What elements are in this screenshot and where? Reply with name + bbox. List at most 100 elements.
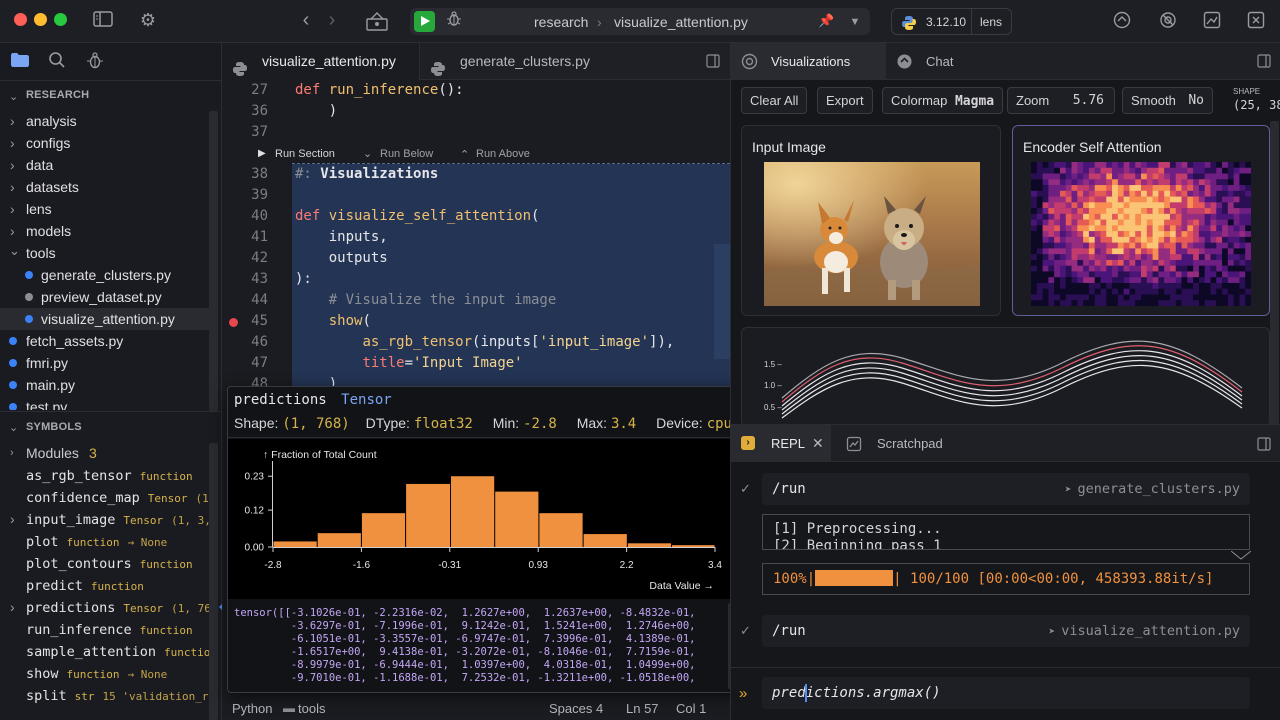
tree-scrollbar[interactable] <box>209 111 218 411</box>
sidebar-toggle-icon[interactable] <box>92 11 114 33</box>
zoom-field[interactable]: Zoom 5.76 <box>1007 87 1115 114</box>
search-icon[interactable] <box>48 51 66 74</box>
input-image-card[interactable]: Input Image <box>741 125 1001 316</box>
tree-item[interactable]: › lens <box>0 198 210 220</box>
share-icon[interactable] <box>1112 11 1132 35</box>
tree-item[interactable]: main.py <box>0 374 210 396</box>
debugger-bug-icon[interactable] <box>87 52 103 75</box>
tree-item[interactable]: › configs <box>0 132 210 154</box>
symbol-item[interactable]: predict function <box>0 574 210 596</box>
extensions-icon[interactable] <box>1158 11 1178 35</box>
expand-output-icon[interactable] <box>1230 550 1252 562</box>
python-env-selector[interactable]: 3.12.10 lens <box>891 8 1012 35</box>
tab-repl[interactable]: › REPL ✕ <box>731 425 831 462</box>
symbol-item[interactable]: plot_contours function <box>0 552 210 574</box>
cursor-col[interactable]: Col 1 <box>676 701 706 716</box>
symbol-item[interactable]: plot function → None <box>0 530 210 552</box>
symbol-item[interactable]: as_rgb_tensor function <box>0 464 210 486</box>
close-panel-icon[interactable] <box>1246 11 1266 35</box>
code-line[interactable]: 36 ) <box>222 101 730 122</box>
symbol-item[interactable]: split str 15 'validation_re <box>0 684 210 706</box>
breadcrumb-file[interactable]: visualize_attention.py <box>614 14 748 30</box>
run-command-2[interactable]: /run ➤ visualize_attention.py <box>762 615 1250 647</box>
contour-plot-card[interactable]: 1.5 – 1.0 – 0.5 – <box>741 327 1270 427</box>
tab-chat[interactable]: Chat <box>886 43 996 80</box>
code-line[interactable]: 38 #: Visualizations <box>222 164 730 185</box>
export-button[interactable]: Export <box>817 87 873 114</box>
colormap-select[interactable]: Colormap Magma <box>882 87 1004 114</box>
tree-item[interactable]: › datasets <box>0 176 210 198</box>
code-line[interactable]: 37 <box>222 122 730 143</box>
split-repl-icon[interactable] <box>1257 437 1271 456</box>
remote-connection-icon[interactable] <box>364 10 390 38</box>
attention-map-card[interactable]: Encoder Self Attention <box>1012 125 1270 316</box>
run-command-1[interactable]: /run ➤ generate_clusters.py <box>762 473 1250 505</box>
indentation[interactable]: Spaces 4 <box>549 701 603 716</box>
close-tab-icon[interactable]: ✕ <box>812 435 824 452</box>
symbol-item[interactable]: sample_attention function <box>0 640 210 662</box>
settings-gear-icon[interactable]: ⚙ <box>137 10 159 30</box>
gallery-icon[interactable] <box>1202 11 1222 35</box>
close-window-button[interactable] <box>14 13 27 26</box>
project-title[interactable]: RESEARCH <box>26 89 89 101</box>
forward-chevron-icon[interactable]: › <box>322 10 342 30</box>
tree-item[interactable]: preview_dataset.py <box>0 286 210 308</box>
language-mode[interactable]: Python <box>232 701 272 716</box>
chevron-down-icon[interactable]: ⌄ <box>9 90 18 103</box>
smooth-toggle[interactable]: Smooth No <box>1122 87 1213 114</box>
code-line[interactable]: 46 as_rgb_tensor(inputs['input_image']), <box>222 332 730 353</box>
tree-item[interactable]: visualize_attention.py <box>0 308 210 330</box>
minimize-window-button[interactable] <box>34 13 47 26</box>
tree-item[interactable]: generate_clusters.py <box>0 264 210 286</box>
symbols-scrollbar[interactable] <box>209 443 218 720</box>
code-line[interactable]: 27 def run_inference(): <box>222 80 730 101</box>
split-editor-icon[interactable] <box>706 54 720 73</box>
viz-scrollbar[interactable] <box>1270 121 1279 427</box>
symbol-item[interactable]: › input_image Tensor (1, 3, 51 <box>0 508 210 530</box>
symbol-item[interactable]: show function → None <box>0 662 210 684</box>
pin-icon[interactable]: 📌 <box>818 11 834 31</box>
symbols-title[interactable]: SYMBOLS <box>26 421 82 433</box>
clear-all-button[interactable]: Clear All <box>741 87 808 114</box>
cursor-line[interactable]: Ln 57 <box>626 701 659 716</box>
chevron-down-icon[interactable]: ⌄ <box>9 421 18 434</box>
repl-input-box[interactable]: predictions.argmax() <box>762 677 1250 709</box>
symbol-item[interactable]: › predictions Tensor (1, 768) <box>0 596 210 618</box>
symbol-item[interactable]: run_inference function <box>0 618 210 640</box>
tab-visualize-attention[interactable]: visualize_attention.py <box>222 43 420 80</box>
code-line[interactable]: 41 inputs, <box>222 227 730 248</box>
tree-item[interactable]: › models <box>0 220 210 242</box>
run-section-button[interactable]: Run Section <box>275 148 335 160</box>
files-folder-icon[interactable] <box>10 52 30 73</box>
tree-item[interactable]: fmri.py <box>0 352 210 374</box>
modules-row[interactable]: › Modules 3 <box>0 442 222 464</box>
run-above-button[interactable]: Run Above <box>476 148 530 160</box>
code-line[interactable]: 43): <box>222 269 730 290</box>
code-line[interactable]: 40 def visualize_self_attention( <box>222 206 730 227</box>
zoom-window-button[interactable] <box>54 13 67 26</box>
repl-input[interactable]: predictions.argmax() <box>772 685 941 701</box>
tab-visualizations[interactable]: Visualizations <box>731 43 886 80</box>
code-line[interactable]: 39 <box>222 185 730 206</box>
back-chevron-icon[interactable]: ‹ <box>296 10 316 30</box>
breakpoint-icon[interactable] <box>229 318 238 327</box>
tab-scratchpad[interactable]: Scratchpad <box>831 425 961 462</box>
chevron-down-icon[interactable]: ▼ <box>848 12 862 32</box>
debug-bug-icon[interactable] <box>444 11 464 32</box>
tab-generate-clusters[interactable]: generate_clusters.py <box>420 43 620 80</box>
run-button[interactable] <box>414 11 435 32</box>
code-line[interactable]: 42 outputs <box>222 248 730 269</box>
split-panel-icon[interactable] <box>1257 54 1271 73</box>
tree-item[interactable]: › analysis <box>0 110 210 132</box>
tree-item[interactable]: ⌄ tools <box>0 242 210 264</box>
breadcrumb-dir[interactable]: research <box>534 14 588 30</box>
code-line[interactable]: 44 # Visualize the input image <box>222 290 730 311</box>
tree-item[interactable]: fetch_assets.py <box>0 330 210 352</box>
tree-item[interactable]: test.py <box>0 396 210 410</box>
current-folder[interactable]: tools <box>298 701 325 716</box>
tree-item[interactable]: › data <box>0 154 210 176</box>
code-line[interactable]: 45 show( <box>222 311 730 332</box>
code-line[interactable]: 47 title='Input Image' <box>222 353 730 374</box>
run-below-button[interactable]: Run Below <box>380 148 433 160</box>
symbol-item[interactable]: confidence_map Tensor (1, 5 <box>0 486 210 508</box>
